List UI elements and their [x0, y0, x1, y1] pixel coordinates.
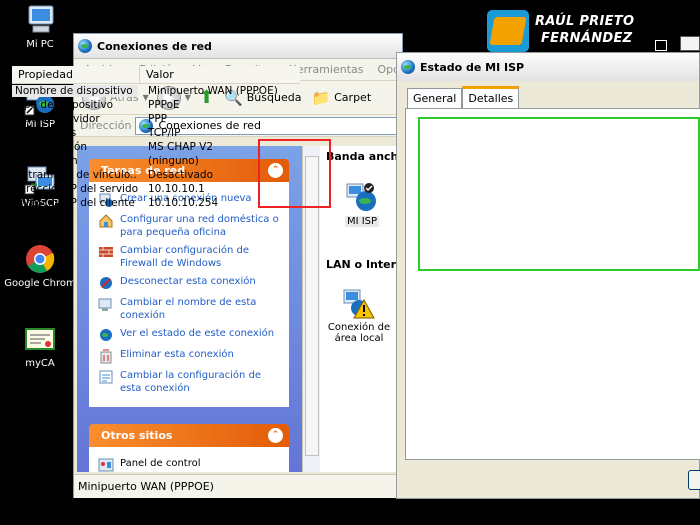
task-change-settings[interactable]: Cambiar la configuración de esta conexió… — [98, 369, 284, 395]
connections-list: Banda anch MI ISP LAN o Intern Conexión … — [321, 146, 400, 472]
disconnect-icon — [100, 277, 112, 289]
table-row[interactable]: Tipo de servidor PPP — [12, 112, 300, 126]
window-titlebar[interactable]: Conexiones de red — [74, 34, 402, 59]
task-firewall[interactable]: Cambiar configuración de Firewall de Win… — [98, 244, 284, 270]
panel-body: Crear una conexión nueva Configurar una … — [89, 182, 289, 407]
task-delete[interactable]: Eliminar esta conexión — [98, 348, 284, 364]
network-globe-icon — [401, 60, 415, 74]
control-panel-icon — [98, 458, 114, 472]
connection-label: MI ISP — [344, 216, 380, 227]
delete-icon — [100, 349, 112, 364]
table-header: Propiedad Valor — [12, 66, 300, 84]
table-row[interactable]: Transportes TCP/IP — [12, 126, 300, 140]
connection-lan[interactable]: Conexión de área local — [321, 286, 397, 344]
close-icon[interactable] — [680, 36, 700, 51]
chrome-icon — [23, 243, 57, 275]
window-titlebar[interactable]: Estado de MI ISP — [397, 53, 699, 81]
table-row[interactable]: Autenticación MS CHAP V2 — [12, 140, 300, 154]
panel-body: Panel de control — [89, 447, 289, 472]
desktop-icon-label: Mi PC — [26, 39, 54, 50]
group-header-broadband: Banda anch — [326, 150, 399, 163]
desktop-icon-mi-pc[interactable]: Mi PC — [0, 4, 80, 50]
collapse-chevron-icon[interactable]: ⌃ — [268, 428, 283, 443]
group-header-lan: LAN o Intern — [326, 258, 400, 271]
status-icon — [100, 329, 112, 341]
folders-button-label[interactable]: Carpet — [334, 91, 371, 104]
author-logo: RAÚL PRIETO FERNÁNDEZ — [487, 10, 700, 52]
table-row[interactable]: Tipo de dispositivo PPPoE — [12, 98, 300, 112]
close-button[interactable] — [688, 470, 700, 490]
tab-strip: General Detalles — [407, 86, 520, 108]
desktop-icon-label: myCA — [25, 358, 55, 369]
table-row[interactable]: Dirección IP del cliente 10.10.10.254 — [12, 196, 300, 210]
status-text: Minipuerto WAN (PPPOE) — [78, 480, 214, 493]
link-control-panel[interactable]: Panel de control — [98, 457, 284, 472]
panel-title: Otros sitios — [101, 429, 173, 442]
desktop: Mi PC MI ISP WinSCP Google Chrom myCA RA… — [0, 0, 700, 525]
column-header-value[interactable]: Valor — [140, 66, 174, 83]
task-home-network[interactable]: Configurar una red doméstica o para pequ… — [98, 213, 284, 239]
desktop-icon-google-chrome[interactable]: Google Chrom — [0, 243, 80, 289]
home-network-icon — [99, 214, 113, 228]
minimize-icon[interactable] — [655, 40, 667, 51]
table-row[interactable]: Compresión (ninguno) — [12, 154, 300, 168]
connection-mi-isp[interactable]: MI ISP — [333, 174, 391, 238]
network-connection-icon — [346, 183, 376, 211]
tab-detalles[interactable]: Detalles — [462, 86, 520, 108]
certificate-icon — [23, 323, 57, 355]
window-title: Estado de MI ISP — [420, 60, 525, 74]
column-header-property[interactable]: Propiedad — [12, 66, 140, 83]
task-view-status[interactable]: Ver el estado de este conexión — [98, 327, 284, 343]
desktop-icon-label: Google Chrom — [4, 278, 76, 289]
panel-header[interactable]: Otros sitios ⌃ — [89, 424, 289, 447]
desktop-icon-myca[interactable]: myCA — [0, 323, 80, 369]
tab-general[interactable]: General — [407, 88, 463, 108]
task-rename[interactable]: Cambiar el nombre de esta conexión — [98, 296, 284, 322]
settings-icon — [99, 370, 113, 384]
table-row[interactable]: Nombre de dispositivo Minipuerto WAN (PPP… — [12, 84, 300, 98]
other-places-panel: Otros sitios ⌃ Panel de control — [89, 424, 289, 472]
table-row[interactable]: Entramado de vínculo... Desactivado — [12, 168, 300, 182]
task-disconnect[interactable]: Desconectar esta conexión — [98, 275, 284, 291]
logo-icon — [487, 10, 529, 52]
firewall-icon — [99, 247, 113, 257]
logo-line2: FERNÁNDEZ — [541, 31, 633, 46]
computer-icon — [23, 4, 57, 36]
window-title: Conexiones de red — [97, 39, 212, 53]
properties-table: Propiedad Valor Nombre de dispositivo Min… — [12, 66, 300, 210]
logo-line1: RAÚL PRIETO — [535, 14, 635, 29]
network-globe-icon — [78, 39, 92, 53]
rename-icon — [98, 298, 112, 311]
lan-warning-icon — [343, 289, 375, 319]
highlight-box — [418, 117, 700, 271]
status-bar: Minipuerto WAN (PPPOE) — [74, 474, 402, 498]
table-row[interactable]: Dirección IP del servidor 10.10.10.1 — [12, 182, 300, 196]
connection-label: Conexión de área local — [327, 322, 391, 344]
folders-icon[interactable]: 📁 — [311, 89, 330, 107]
